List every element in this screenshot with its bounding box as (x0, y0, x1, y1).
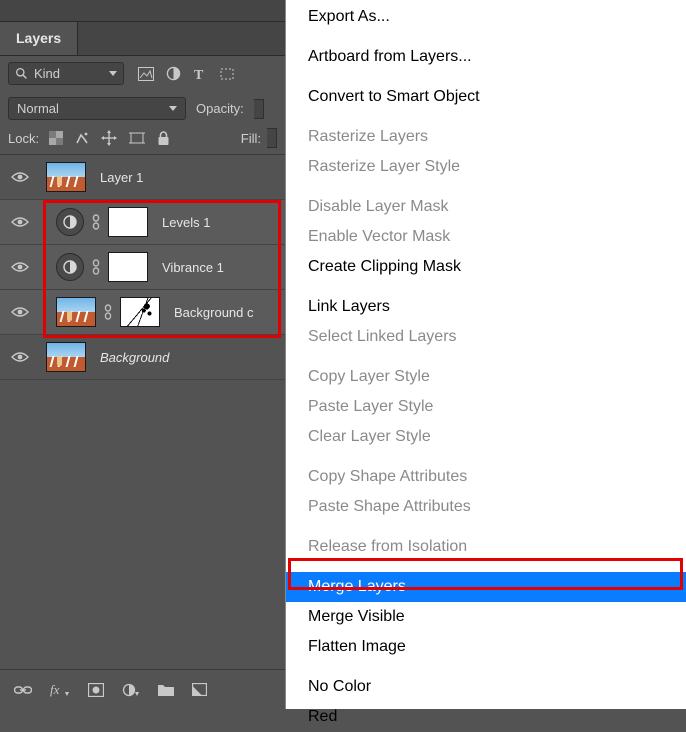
menu-item-create-clipping-mask[interactable]: Create Clipping Mask (286, 252, 686, 282)
menu-item-clear-layer-style: Clear Layer Style (286, 422, 686, 452)
layer-row[interactable]: Background c (0, 290, 285, 335)
visibility-eye-icon[interactable] (11, 216, 29, 228)
menu-item-merge-layers[interactable]: Merge Layers (286, 572, 686, 602)
menu-item-link-layers[interactable]: Link Layers (286, 292, 686, 322)
svg-text:fx: fx (50, 683, 60, 697)
blend-mode-select[interactable]: Normal (8, 97, 186, 120)
menu-item-paste-shape-attributes: Paste Shape Attributes (286, 492, 686, 522)
menu-item-release-from-isolation: Release from Isolation (286, 532, 686, 562)
layer-context-menu: Export As... Artboard from Layers... Conve… (285, 0, 686, 709)
layer-name[interactable]: Background c (160, 305, 254, 320)
adjustment-thumbnail[interactable] (56, 253, 84, 281)
layer-thumbnail[interactable] (56, 297, 96, 327)
menu-item-enable-vector-mask: Enable Vector Mask (286, 222, 686, 252)
search-icon (15, 67, 28, 80)
layers-list: Layer 1 Levels 1 Vibrance 1 (0, 155, 285, 669)
layer-row[interactable]: Background (0, 335, 285, 380)
opacity-label: Opacity: (196, 101, 244, 116)
layer-mask-thumbnail[interactable] (108, 252, 148, 282)
menu-item-flatten-image[interactable]: Flatten Image (286, 632, 686, 662)
visibility-eye-icon[interactable] (11, 306, 29, 318)
layer-row[interactable]: Layer 1 (0, 155, 285, 200)
mask-link-icon[interactable] (92, 214, 100, 230)
visibility-eye-icon[interactable] (11, 351, 29, 363)
mask-link-icon[interactable] (104, 304, 112, 320)
menu-item-copy-shape-attributes: Copy Shape Attributes (286, 462, 686, 492)
lock-transparency-icon[interactable] (49, 131, 63, 145)
layers-panel: Layers Kind T (0, 0, 285, 709)
layer-row[interactable]: Levels 1 (0, 200, 285, 245)
menu-item-no-color[interactable]: No Color (286, 672, 686, 702)
menu-item-merge-visible[interactable]: Merge Visible (286, 602, 686, 632)
menu-item-disable-layer-mask: Disable Layer Mask (286, 192, 686, 222)
lock-all-icon[interactable] (157, 131, 170, 146)
menu-item-select-linked-layers: Select Linked Layers (286, 322, 686, 352)
menu-item-rasterize-layer-style: Rasterize Layer Style (286, 152, 686, 182)
layer-thumbnail[interactable] (46, 162, 86, 192)
filter-shape-icon[interactable] (219, 67, 235, 81)
fill-label: Fill: (241, 131, 261, 146)
layer-name[interactable]: Vibrance 1 (148, 260, 224, 275)
new-layer-icon[interactable] (192, 683, 207, 696)
blend-mode-row: Normal Opacity: (0, 91, 285, 126)
panel-tab-strip: Layers (0, 22, 285, 56)
lock-position-icon[interactable] (101, 130, 117, 146)
visibility-eye-icon[interactable] (11, 171, 29, 183)
tab-layers[interactable]: Layers (0, 22, 78, 55)
layer-row[interactable]: Vibrance 1 (0, 245, 285, 290)
chevron-down-icon (109, 71, 117, 76)
new-adjustment-layer-icon[interactable] (122, 683, 140, 697)
menu-item-paste-layer-style: Paste Layer Style (286, 392, 686, 422)
lock-label: Lock: (8, 131, 39, 146)
filter-kind-select[interactable]: Kind (8, 62, 124, 85)
link-layers-icon[interactable] (14, 684, 32, 696)
filter-kind-label: Kind (34, 66, 60, 81)
lock-artboard-icon[interactable] (129, 131, 145, 145)
filter-adjustment-icon[interactable] (166, 66, 181, 81)
opacity-field[interactable] (254, 99, 264, 119)
add-mask-icon[interactable] (88, 683, 104, 697)
blend-mode-value: Normal (17, 101, 59, 116)
menu-item-artboard-from-layers[interactable]: Artboard from Layers... (286, 42, 686, 72)
panel-topbar (0, 0, 285, 22)
layer-name[interactable]: Background (86, 350, 169, 365)
menu-item-export-as[interactable]: Export As... (286, 2, 686, 32)
mask-link-icon[interactable] (92, 259, 100, 275)
menu-item-copy-layer-style: Copy Layer Style (286, 362, 686, 392)
menu-item-convert-to-smart-object[interactable]: Convert to Smart Object (286, 82, 686, 112)
layer-mask-thumbnail[interactable] (120, 297, 160, 327)
svg-text:T: T (194, 68, 204, 81)
menu-item-rasterize-layers: Rasterize Layers (286, 122, 686, 152)
layer-thumbnail[interactable] (46, 342, 86, 372)
visibility-eye-icon[interactable] (11, 261, 29, 273)
lock-row: Lock: Fill: (0, 126, 285, 155)
adjustment-thumbnail[interactable] (56, 208, 84, 236)
filter-pixel-icon[interactable] (138, 67, 154, 81)
fill-field[interactable] (267, 128, 277, 148)
menu-item-red[interactable]: Red (286, 702, 686, 732)
layers-bottom-bar: fx (0, 669, 285, 709)
layer-mask-thumbnail[interactable] (108, 207, 148, 237)
layer-filter-row: Kind T (0, 56, 285, 91)
new-group-icon[interactable] (158, 683, 174, 696)
chevron-down-icon (169, 106, 177, 111)
lock-image-icon[interactable] (75, 131, 89, 145)
filter-type-icon[interactable]: T (193, 67, 207, 81)
layer-name[interactable]: Layer 1 (86, 170, 143, 185)
layer-name[interactable]: Levels 1 (148, 215, 210, 230)
layer-style-icon[interactable]: fx (50, 683, 70, 697)
